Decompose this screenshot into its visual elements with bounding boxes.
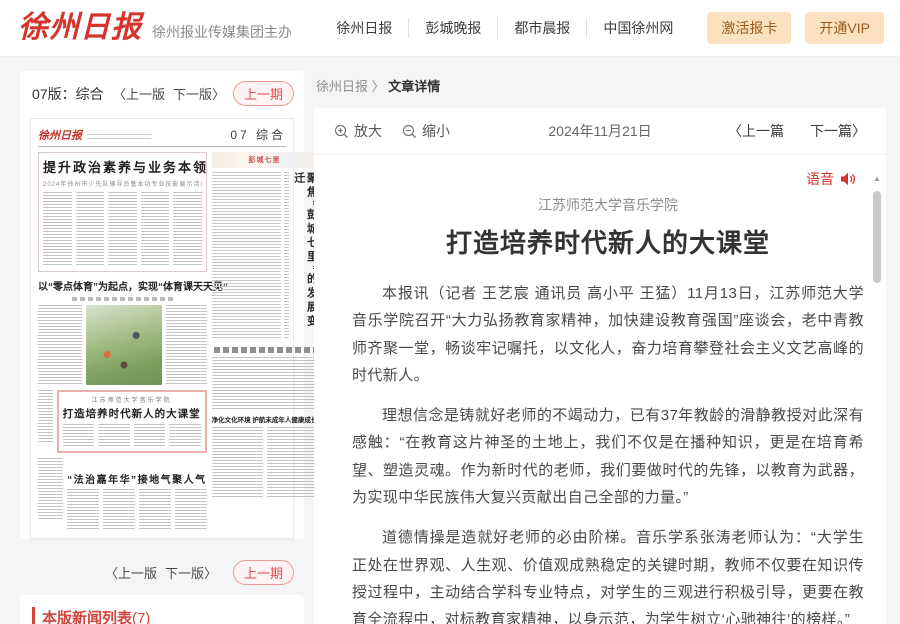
thumb-masthead-info (87, 134, 151, 142)
thumb-page-corner: 07 综合 (230, 126, 286, 143)
article-panel: 放大 缩小 2024年11月21日 〈上一篇 下一篇〉 语音 江苏师范大学音乐学… (314, 108, 886, 624)
issue-date: 2024年11月21日 (548, 121, 651, 141)
thumb-article-featured[interactable]: 江苏师范大学音乐学院 打造培养时代新人的大课堂 (57, 390, 207, 453)
article-paragraph: 理想信念是铸就好老师的不竭动力，已有37年教龄的滑静教授对此深有感触：“在教育这… (352, 402, 864, 511)
thumb-banner: 彭城七里 (212, 152, 318, 168)
article-scrollbar[interactable]: ▲ (871, 174, 883, 624)
news-list-panel: 本版新闻列表(7) 提升政治素养与业务本领 ▲ (20, 595, 304, 624)
newspaper-page-thumbnail[interactable]: 徐州日报 07 综合 提升政治素养与业务本领 2024年徐州市少先队辅导员基本功… (30, 118, 294, 539)
next-article-button[interactable]: 下一篇〉 (810, 121, 866, 141)
thumb-photo (86, 305, 162, 385)
speaker-icon (840, 172, 856, 186)
main-content: 徐州日报 〉 文章详情 放大 缩小 2024年11月21日 〈上一篇 下一篇〉 (314, 71, 886, 624)
thumb-article-purify: 净化文化环境 护航未成年人健康成长 (212, 414, 318, 424)
sidebar: 07版：综合 〈上一版 下一版〉 上一期 徐州日报 07 综合 提升政治 (20, 71, 304, 624)
breadcrumb-current: 文章详情 (388, 79, 440, 94)
header-buttons: 激活报卡 开通VIP (707, 12, 884, 44)
article-paragraphs: 本报讯（记者 王艺宸 通讯员 高小平 王猛）11月13日，江苏师范大学音乐学院召… (352, 280, 864, 624)
top-nav-item[interactable]: 都市晨报 (497, 18, 586, 38)
breadcrumb-separator: 〉 (372, 79, 385, 94)
thumb-right-column: 彭城七里 聚焦“彭城七里”的发展变迁 净化文化环境 护航未成年人健康成长 (212, 152, 318, 529)
top-nav: 徐州日报彭城晚报都市晨报中国徐州网 (320, 18, 689, 38)
breadcrumb-root[interactable]: 徐州日报 (316, 79, 368, 94)
thumb-article-main: 提升政治素养与业务本领 2024年徐州市少先队辅导员基本功专业技能展示活动举行 (38, 152, 207, 272)
scroll-up-icon[interactable]: ▲ (871, 174, 883, 183)
zoom-out-icon (402, 124, 417, 139)
next-page-button[interactable]: 下一版〉 (173, 84, 225, 103)
prev-issue-button[interactable]: 上一期 (233, 81, 294, 106)
zoom-out-button[interactable]: 缩小 (402, 121, 450, 141)
page-panel: 07版：综合 〈上一版 下一版〉 上一期 徐州日报 07 综合 提升政治 (20, 71, 304, 539)
top-nav-item[interactable]: 中国徐州网 (586, 18, 689, 38)
top-nav-item[interactable]: 彭城晚报 (408, 18, 497, 38)
site-logo[interactable]: 徐州日报 (18, 13, 142, 43)
thumb-article-legal: “法治嘉年华”接地气聚人气 (67, 458, 207, 529)
thumb-article-science-headline (214, 347, 316, 353)
page-label: 07版：综合 (32, 84, 104, 104)
article-toolbar: 放大 缩小 2024年11月21日 〈上一篇 下一篇〉 (314, 108, 886, 155)
article-paragraph: 道德情操是造就好老师的必由阶梯。音乐学系张涛老师认为：“大学生正处在世界观、人生… (352, 524, 864, 624)
prev-page-button[interactable]: 〈上一版 (113, 84, 165, 103)
thumb-article-vertical: 聚焦“彭城七里”的发展变迁 (212, 172, 318, 340)
article-body: 江苏师范大学音乐学院 打造培养时代新人的大课堂 本报讯（记者 王艺宸 通讯员 高… (314, 189, 886, 624)
thumb-masthead: 徐州日报 (38, 127, 82, 143)
organizer-label: 徐州报业传媒集团主办 (152, 22, 292, 42)
article-title: 打造培养时代新人的大课堂 (352, 223, 864, 260)
thumb-left-column: 提升政治素养与业务本领 2024年徐州市少先队辅导员基本功专业技能展示活动举行 … (38, 152, 207, 529)
zoom-in-button[interactable]: 放大 (334, 121, 382, 141)
article-paragraph: 本报讯（记者 王艺宸 通讯员 高小平 王猛）11月13日，江苏师范大学音乐学院召… (352, 280, 864, 389)
scrollbar-thumb[interactable] (873, 191, 881, 283)
prev-page-button-bottom[interactable]: 〈上一版 (105, 563, 157, 582)
breadcrumb: 徐州日报 〉 文章详情 (314, 71, 886, 108)
open-vip-button[interactable]: 开通VIP (805, 12, 884, 44)
article-kicker: 江苏师范大学音乐学院 (352, 195, 864, 215)
activate-card-button[interactable]: 激活报卡 (707, 12, 791, 44)
next-page-button-bottom[interactable]: 下一版〉 (165, 563, 217, 582)
sidebar-bottom-nav: 〈上一版 下一版〉 上一期 (20, 551, 304, 593)
top-nav-item[interactable]: 徐州日报 (320, 18, 408, 38)
prev-issue-button-bottom[interactable]: 上一期 (233, 560, 294, 585)
news-list-title: 本版新闻列表(7) (32, 607, 292, 624)
thumb-article-sports: 以“零点体育”为起点，实现“体育课天天见” (38, 278, 207, 293)
top-header: 徐州日报 徐州报业传媒集团主办 徐州日报彭城晚报都市晨报中国徐州网 激活报卡 开… (0, 0, 900, 57)
news-list-count: (7) (132, 610, 150, 624)
zoom-in-icon (334, 124, 349, 139)
voice-play-button[interactable]: 语音 (314, 155, 886, 189)
prev-article-button[interactable]: 〈上一篇 (728, 121, 784, 141)
